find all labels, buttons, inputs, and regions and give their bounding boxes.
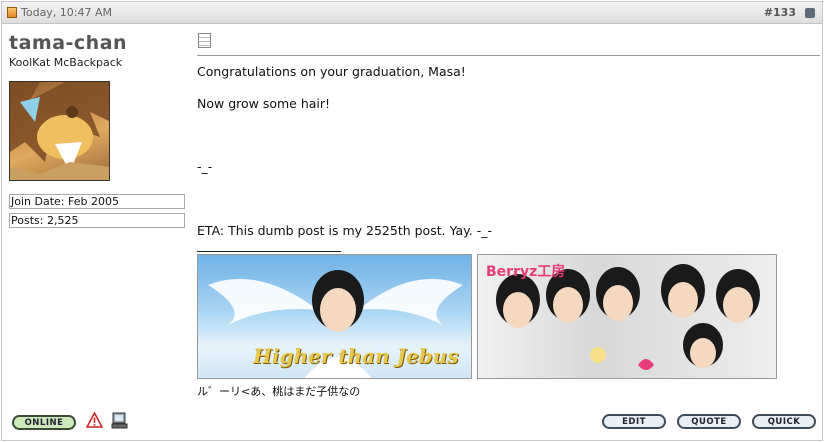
banner-brand-text: Berryz工房: [486, 264, 566, 280]
avatar-image: [10, 82, 109, 180]
forum-post: Today, 10:47 AM #133 tama-chan KoolKat M…: [1, 1, 823, 441]
message-line: Congratulations on your graduation, Masa…: [197, 64, 466, 79]
message-line: Now grow some hair!: [197, 96, 331, 111]
signature-caption: ル゛ーリ<あ、桃はまだ子供なの: [197, 385, 361, 398]
username-link[interactable]: tama-chan: [9, 32, 127, 54]
avatar: [9, 81, 110, 181]
post-date: Today, 10:47 AM: [21, 6, 113, 19]
quote-button[interactable]: QUOTE: [677, 414, 741, 429]
private-message-icon[interactable]: [111, 412, 128, 429]
signature-banner-left: Higher than Jebus: [197, 254, 472, 379]
user-title: KoolKat McBackpack: [9, 56, 123, 69]
message-divider: [197, 55, 820, 56]
signature-banner-right: Berryz工房: [477, 254, 777, 379]
post-header: Today, 10:47 AM #133: [2, 2, 822, 24]
post-status-icon: [7, 7, 17, 18]
report-icon[interactable]: [85, 411, 104, 429]
message-icon: [198, 33, 211, 48]
join-date: Join Date: Feb 2005: [9, 194, 185, 209]
post-count: Posts: 2,525: [9, 213, 185, 228]
message-line: ETA: This dumb post is my 2525th post. Y…: [197, 223, 492, 238]
edit-button[interactable]: EDIT: [602, 414, 666, 429]
collapse-icon[interactable]: [805, 8, 815, 18]
message-line: -_-: [197, 159, 213, 174]
online-status-button[interactable]: ONLINE: [12, 415, 76, 430]
quick-reply-button[interactable]: QUICK: [752, 414, 816, 429]
signature-divider: [197, 251, 341, 252]
banner-left-text: Higher than Jebus: [253, 344, 459, 368]
post-number-link[interactable]: #133: [764, 6, 796, 19]
